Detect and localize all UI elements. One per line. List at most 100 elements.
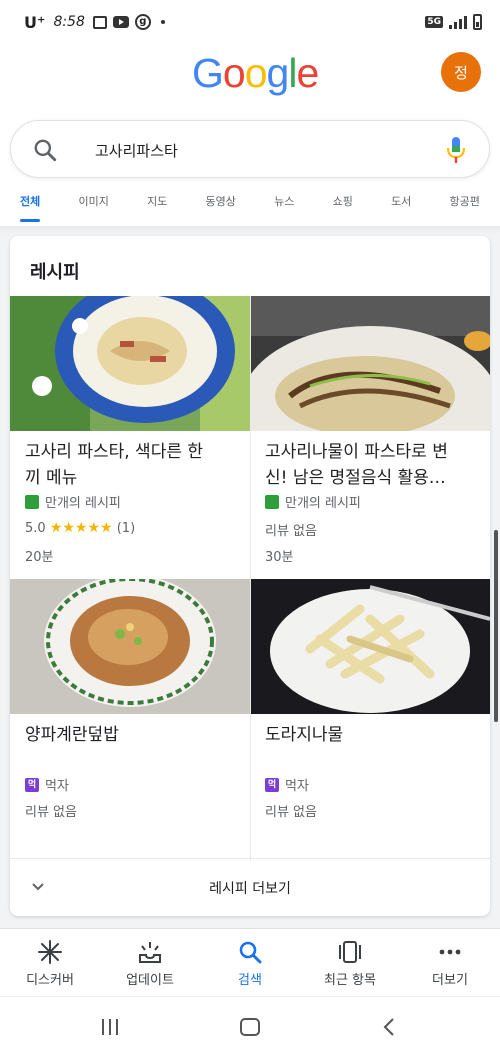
carrier-label: U⁺: [24, 12, 46, 32]
source-name: 먹자: [285, 779, 309, 794]
source-logo-icon: 먹: [265, 777, 279, 792]
search-icon[interactable]: [32, 137, 58, 163]
recipe-title-line: 고사리 파스타, 색다른 한: [25, 442, 204, 462]
review-count: (1): [116, 521, 136, 536]
nav-label: 최근 항목: [324, 973, 376, 988]
recipe-thumbnail[interactable]: [250, 579, 490, 714]
source-logo-icon: 먹: [25, 777, 39, 792]
review-count: 리뷰 없음: [25, 805, 77, 820]
recipe-thumbnail[interactable]: [10, 579, 250, 714]
source-name: 만개의 레시피: [45, 496, 121, 511]
asterisk-icon: [38, 940, 62, 964]
recipe-title-line: 도라지나물: [265, 725, 344, 745]
star-rating-icon: ★★★★★: [49, 520, 113, 536]
tab-maps[interactable]: 지도: [147, 192, 167, 226]
recipe-source: 먹 먹자: [25, 775, 69, 794]
recipe-item[interactable]: 고사리나물이 파스타로 변 신! 남은 명절음식 활용… 만개의 레시피 리뷰 …: [250, 296, 490, 576]
recipe-title-line: 끼 메뉴: [25, 468, 78, 488]
recipes-card-title: 레시피: [30, 262, 80, 283]
tab-books[interactable]: 도서: [391, 192, 411, 226]
app-g-icon: g: [134, 14, 151, 30]
recipe-item[interactable]: 고사리 파스타, 색다른 한 끼 메뉴 만개의 레시피 5.0 ★★★★★ (1…: [10, 296, 250, 576]
scrollbar[interactable]: [494, 530, 498, 722]
recipe-title-line: 양파계란덮밥: [25, 725, 119, 745]
logo-letter: o: [222, 50, 246, 96]
signal-icon: [449, 15, 467, 29]
source-name: 만개의 레시피: [285, 496, 361, 511]
nav-recent[interactable]: 최근 항목: [300, 929, 400, 996]
recent-tabs-icon: [339, 941, 361, 963]
system-icons: 5G: [425, 14, 482, 30]
more-dots-icon: [439, 949, 461, 955]
recipe-title[interactable]: 도라지나물: [265, 722, 480, 748]
tab-news[interactable]: 뉴스: [274, 192, 294, 226]
recipe-source: 만개의 레시피: [25, 492, 121, 511]
tabs-divider: [0, 226, 500, 234]
recipe-source: 먹 먹자: [265, 775, 309, 794]
source-logo-icon: [25, 494, 39, 509]
more-notifications-dot-icon: [160, 20, 165, 24]
youtube-icon: [112, 16, 129, 28]
recents-icon[interactable]: [100, 1019, 120, 1035]
logo-letter: e: [296, 50, 319, 96]
source-logo-icon: [265, 494, 279, 509]
logo-letter: o: [244, 50, 268, 96]
search-header: Google 정 고사리파스타 전체 이미지 지도 동영상 뉴스 쇼핑 도서 항…: [0, 44, 500, 234]
recipe-rating: 5.0 ★★★★★ (1): [25, 520, 135, 536]
recipes-card: 레시피 고사리 파스타, 색다른 한 끼 메뉴 만개의 레시피 5.0 ★★★★…: [10, 236, 490, 916]
chevron-down-icon: [32, 883, 44, 891]
nav-search[interactable]: 검색: [200, 929, 300, 996]
gallery-icon: [92, 15, 107, 29]
tab-all[interactable]: 전체: [20, 192, 41, 226]
recipe-title[interactable]: 양파계란덮밥: [25, 722, 240, 748]
status-bar: U⁺ 8:58 g 5G: [0, 0, 500, 44]
recipe-time: 30분: [265, 550, 294, 565]
logo-letter: g: [266, 50, 290, 96]
nav-discover[interactable]: 디스커버: [0, 929, 100, 996]
recipe-title[interactable]: 고사리나물이 파스타로 변 신! 남은 명절음식 활용…: [265, 439, 480, 491]
tab-images[interactable]: 이미지: [78, 192, 108, 226]
review-count: 리뷰 없음: [265, 805, 317, 820]
nav-updates[interactable]: 업데이트: [100, 929, 200, 996]
tab-flights[interactable]: 항공편: [450, 192, 480, 226]
logo-letter: G: [192, 50, 224, 96]
recipe-time: 20분: [25, 550, 54, 565]
account-avatar[interactable]: 정: [441, 52, 481, 92]
recipe-item[interactable]: 양파계란덮밥 먹 먹자 리뷰 없음: [10, 579, 250, 859]
search-icon: [239, 941, 262, 964]
recipe-thumbnail[interactable]: [10, 296, 250, 431]
nav-label: 더보기: [432, 973, 468, 988]
back-icon[interactable]: [382, 1017, 396, 1037]
recipe-title-line: 신! 남은 명절음식 활용…: [265, 468, 446, 488]
system-navigation-bar: [0, 996, 500, 1055]
recipe-thumbnail[interactable]: [250, 296, 490, 431]
more-recipes-button[interactable]: 레시피 더보기: [10, 859, 490, 916]
source-name: 먹자: [45, 779, 69, 794]
bottom-navigation: 디스커버 업데이트 검색 최근 항목 더보기: [0, 928, 500, 996]
search-input[interactable]: 고사리파스타: [95, 140, 178, 161]
grid-divider: [250, 296, 251, 861]
search-box[interactable]: 고사리파스타: [10, 120, 490, 178]
nav-label: 검색: [238, 973, 262, 988]
nav-more[interactable]: 더보기: [400, 929, 500, 996]
search-tabs: 전체 이미지 지도 동영상 뉴스 쇼핑 도서 항공편: [0, 192, 500, 226]
clock: 8:58: [53, 14, 85, 30]
nav-label: 업데이트: [126, 973, 174, 988]
battery-icon: [473, 14, 482, 30]
home-icon[interactable]: [240, 1018, 260, 1036]
rating-value: 5.0: [25, 521, 46, 536]
updates-icon: [139, 942, 161, 963]
recipe-item[interactable]: 도라지나물 먹 먹자 리뷰 없음: [250, 579, 490, 859]
recipe-source: 만개의 레시피: [265, 492, 361, 511]
tab-shopping[interactable]: 쇼핑: [333, 192, 353, 226]
tab-videos[interactable]: 동영상: [206, 192, 236, 226]
nav-label: 디스커버: [26, 973, 74, 988]
more-recipes-label: 레시피 더보기: [209, 880, 291, 897]
recipe-title-line: 고사리나물이 파스타로 변: [265, 442, 448, 462]
recipe-title[interactable]: 고사리 파스타, 색다른 한 끼 메뉴: [25, 439, 240, 491]
review-count: 리뷰 없음: [265, 524, 317, 539]
network-type-icon: 5G: [425, 16, 443, 28]
mic-icon[interactable]: [445, 135, 467, 165]
notification-icons: g: [92, 14, 165, 30]
google-logo[interactable]: Google: [192, 50, 319, 97]
